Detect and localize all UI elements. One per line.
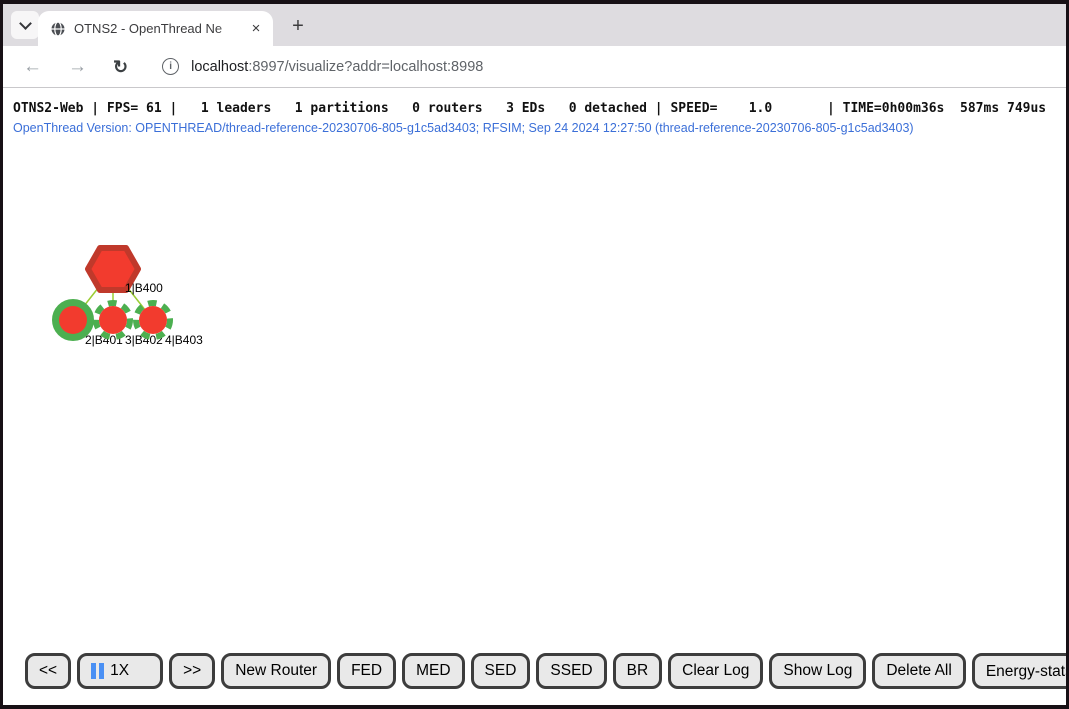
browser-window: OTNS2 - OpenThread Ne × + ← → ↻ i localh… <box>3 4 1066 705</box>
clear-log-button[interactable]: Clear Log <box>668 653 763 689</box>
action-toolbar: << 1X >> New Router FED MED SED SSED BR … <box>25 653 1066 689</box>
network-canvas[interactable]: 1|B4002|B4013|B4024|B403 <box>3 142 1066 562</box>
url-field[interactable]: localhost:8997/visualize?addr=localhost:… <box>191 59 483 75</box>
pause-icon <box>91 663 104 679</box>
speed-up-button[interactable]: >> <box>169 653 215 689</box>
fed-button[interactable]: FED <box>337 653 396 689</box>
globe-favicon-icon <box>50 21 66 37</box>
show-log-button[interactable]: Show Log <box>769 653 866 689</box>
node-1[interactable]: 1|B400 <box>88 248 163 295</box>
speed-label: 1X <box>110 662 129 680</box>
url-path: :8997/visualize?addr=localhost:8998 <box>248 59 483 75</box>
speed-down-button[interactable]: << <box>25 653 71 689</box>
node-label: 4|B403 <box>165 333 203 347</box>
window-frame: OTNS2 - OpenThread Ne × + ← → ↻ i localh… <box>0 0 1069 709</box>
med-button[interactable]: MED <box>402 653 464 689</box>
simulation-status-line: OTNS2-Web | FPS= 61 | 1 leaders 1 partit… <box>13 101 1046 116</box>
energy-stats-button[interactable]: Energy-stats ↗ <box>972 653 1066 689</box>
openthread-version-line: OpenThread Version: OPENTHREAD/thread-re… <box>13 121 914 135</box>
address-bar: ← → ↻ i localhost:8997/visualize?addr=lo… <box>3 46 1066 88</box>
otns-page: OTNS2-Web | FPS= 61 | 1 leaders 1 partit… <box>3 88 1066 705</box>
back-icon[interactable]: ← <box>17 55 48 78</box>
ssed-button[interactable]: SSED <box>536 653 606 689</box>
site-info-icon[interactable]: i <box>162 58 179 75</box>
reload-icon[interactable]: ↻ <box>107 56 134 78</box>
new-router-button[interactable]: New Router <box>221 653 331 689</box>
delete-all-button[interactable]: Delete All <box>872 653 965 689</box>
url-host: localhost <box>191 59 248 75</box>
tab-close-icon[interactable]: × <box>247 20 265 38</box>
tab-title: OTNS2 - OpenThread Ne <box>74 21 247 36</box>
tab-strip: OTNS2 - OpenThread Ne × + <box>3 4 1066 46</box>
tab-search-button[interactable] <box>11 11 39 39</box>
pause-speed-button[interactable]: 1X <box>77 653 163 689</box>
sed-button[interactable]: SED <box>471 653 531 689</box>
node-label: 1|B400 <box>125 281 163 295</box>
chevron-down-icon <box>19 17 32 30</box>
forward-icon[interactable]: → <box>62 55 93 78</box>
new-tab-button[interactable]: + <box>285 13 311 39</box>
tab-otns2[interactable]: OTNS2 - OpenThread Ne × <box>38 11 273 46</box>
br-button[interactable]: BR <box>613 653 663 689</box>
